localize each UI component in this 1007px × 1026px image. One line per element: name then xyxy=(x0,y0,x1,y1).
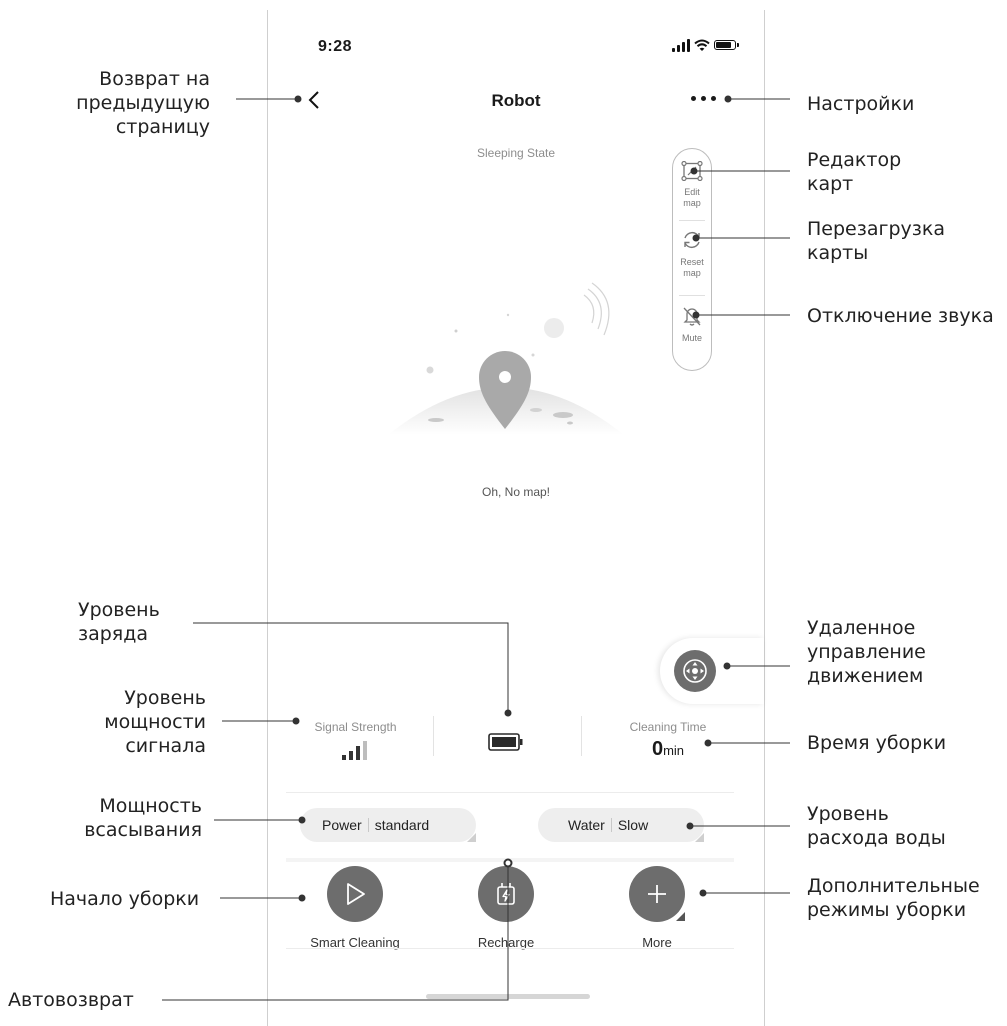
annotation-map-editor: Редактор карт xyxy=(807,148,901,196)
annotation-line: Уровень xyxy=(807,803,889,825)
annotation-signal: Уровень мощности сигнала xyxy=(40,686,206,758)
annotation-line: Перезагрузка xyxy=(807,218,945,240)
annotation-clean-time: Время уборки xyxy=(807,731,946,755)
annotation-auto-return: Автовозврат xyxy=(8,988,134,1012)
annotation-line: Настройки xyxy=(807,93,915,115)
annotation-line: Возврат на xyxy=(99,68,210,90)
annotation-line: расхода воды xyxy=(807,827,946,849)
annotation-start: Начало уборки xyxy=(50,887,199,911)
annotation-line: режимы уборки xyxy=(807,899,967,921)
annotation-line: движением xyxy=(807,665,924,687)
annotation-line: Мощность xyxy=(99,795,202,817)
annotation-line: предыдущую xyxy=(76,92,210,114)
annotation-reset-map: Перезагрузка карты xyxy=(807,217,945,265)
annotation-line: заряда xyxy=(78,623,149,645)
annotation-mute: Отключение звука xyxy=(807,304,994,328)
annotation-line: Уровень xyxy=(124,687,206,709)
annotation-line: Уровень xyxy=(78,599,160,621)
annotation-line: Автовозврат xyxy=(8,989,134,1011)
annotation-line: страницу xyxy=(115,116,210,138)
annotation-line: Дополнительные xyxy=(807,875,980,897)
annotation-suction: Мощность всасывания xyxy=(30,794,202,842)
annotation-settings: Настройки xyxy=(807,92,914,116)
annotation-remote: Удаленное управление движением xyxy=(807,616,926,688)
annotation-extra-modes: Дополнительные режимы уборки xyxy=(807,874,980,922)
annotation-line: карты xyxy=(807,242,869,264)
annotation-line: Начало уборки xyxy=(50,888,200,910)
annotation-line: карт xyxy=(807,173,854,195)
annotation-line: сигнала xyxy=(125,735,206,757)
annotation-back: Возврат на предыдущую страницу xyxy=(40,67,210,139)
annotation-line: управление xyxy=(807,641,926,663)
annotation-line: Время уборки xyxy=(807,732,947,754)
annotation-water: Уровень расхода воды xyxy=(807,802,946,850)
annotation-line: Удаленное xyxy=(807,617,916,639)
annotation-line: Отключение звука xyxy=(807,305,994,327)
annotation-line: мощности xyxy=(104,711,206,733)
annotation-line: Редактор xyxy=(807,149,902,171)
annotation-battery: Уровень заряда xyxy=(78,598,160,646)
annotation-line: всасывания xyxy=(84,819,202,841)
